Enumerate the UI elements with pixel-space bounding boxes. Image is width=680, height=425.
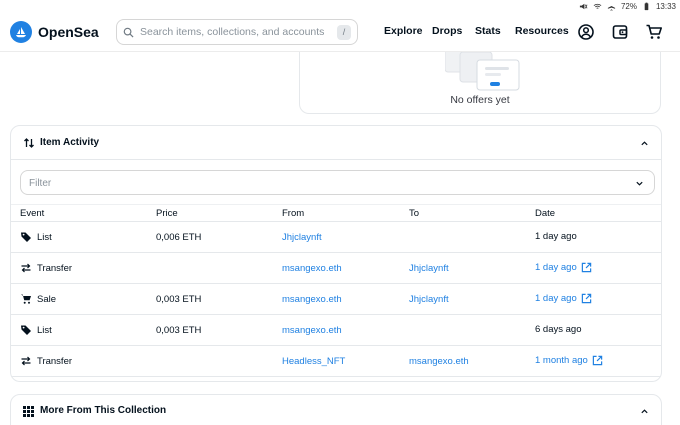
event-cell: Sale [20, 293, 56, 305]
from-link[interactable]: msangexo.eth [282, 325, 342, 336]
more-from-collection-title: More From This Collection [40, 405, 167, 416]
column-header-event: Event [20, 208, 45, 219]
from-link[interactable]: Headless_NFT [282, 356, 345, 367]
table-row: List 0,003 ETH msangexo.eth 6 days ago [11, 315, 661, 346]
search-bar[interactable]: / [116, 19, 358, 45]
search-input[interactable] [140, 26, 335, 38]
item-activity-panel: Item Activity Filter Event Price From To… [10, 125, 662, 382]
to-link[interactable]: msangexo.eth [409, 356, 469, 367]
price-cell: 0,003 ETH [156, 294, 202, 305]
event-cell: Transfer [20, 262, 72, 274]
external-link-icon[interactable] [581, 293, 592, 304]
chevron-down-icon [636, 181, 643, 186]
event-label: Transfer [37, 355, 73, 367]
search-shortcut-key: / [337, 25, 351, 40]
cart-icon[interactable] [645, 23, 663, 41]
table-row: Transfer msangexo.eth Jhjclaynft 1 day a… [11, 253, 661, 284]
price-cell: 0,003 ETH [156, 325, 202, 336]
date-text: 1 day ago [535, 231, 577, 242]
nav-drops[interactable]: Drops [432, 25, 462, 37]
date-link[interactable]: 1 day ago [535, 262, 592, 273]
opensea-logo[interactable]: OpenSea [10, 21, 99, 43]
brand-name: OpenSea [38, 24, 99, 40]
item-activity-header[interactable]: Item Activity [11, 126, 661, 160]
table-row: List 0,006 ETH Jhjclaynft 1 day ago [11, 222, 661, 253]
date-cell: 1 day ago [535, 231, 577, 242]
price-cell: 0,006 ETH [156, 232, 202, 243]
tag-icon [21, 325, 31, 335]
to-link[interactable]: Jhjclaynft [409, 294, 449, 305]
item-activity-title: Item Activity [40, 137, 100, 148]
mute-icon [579, 3, 588, 9]
nav-explore[interactable]: Explore [384, 25, 423, 37]
search-icon [123, 27, 134, 38]
event-label: List [37, 231, 52, 243]
tag-icon [21, 232, 31, 242]
clock: 13:33 [655, 1, 676, 11]
chevron-up-icon[interactable] [640, 139, 649, 148]
date-link[interactable]: 1 day ago [535, 293, 592, 304]
date-link[interactable]: 1 month ago [535, 355, 603, 366]
more-from-collection-panel[interactable]: More From This Collection [10, 394, 662, 425]
table-row: Sale 0,003 ETH msangexo.eth Jhjclaynft 1… [11, 284, 661, 315]
event-cell: List [20, 231, 52, 243]
date-text[interactable]: 1 month ago [535, 355, 588, 366]
opensea-logo-icon [10, 21, 32, 43]
airplane-icon [607, 2, 616, 11]
column-header-from: From [282, 208, 305, 219]
battery-level: 72% [620, 1, 637, 11]
event-cell: Transfer [20, 355, 72, 367]
cart-icon [21, 294, 31, 304]
battery-icon [644, 2, 649, 10]
activity-table-header: Event Price From To Date [11, 204, 661, 222]
swap-vertical-icon [24, 138, 34, 148]
empty-offers-illustration [445, 52, 520, 91]
nav-stats[interactable]: Stats [475, 25, 501, 37]
activity-filter-dropdown[interactable]: Filter [20, 170, 655, 195]
column-header-date: Date [535, 208, 556, 219]
date-text: 6 days ago [535, 324, 582, 335]
from-link[interactable]: Jhjclaynft [282, 232, 322, 243]
filter-placeholder: Filter [29, 178, 52, 189]
from-link[interactable]: msangexo.eth [282, 263, 342, 274]
event-label: Transfer [37, 262, 73, 274]
to-link[interactable]: Jhjclaynft [409, 263, 449, 274]
date-text[interactable]: 1 day ago [535, 262, 577, 273]
chevron-up-icon[interactable] [640, 407, 649, 416]
transfer-icon [21, 356, 31, 366]
nav-resources[interactable]: Resources [515, 25, 569, 37]
account-icon[interactable] [577, 23, 595, 41]
grid-icon [23, 406, 34, 417]
wallet-icon[interactable] [611, 23, 629, 41]
date-cell: 6 days ago [535, 324, 581, 335]
event-label: Sale [37, 293, 57, 305]
column-header-price: Price [156, 208, 178, 219]
external-link-icon[interactable] [581, 262, 592, 273]
table-row: Transfer Headless_NFT msangexo.eth 1 mon… [11, 346, 661, 377]
external-link-icon[interactable] [592, 355, 603, 366]
date-text[interactable]: 1 day ago [535, 293, 577, 304]
transfer-icon [21, 263, 31, 273]
from-link[interactable]: msangexo.eth [282, 294, 342, 305]
event-cell: List [20, 324, 52, 336]
offers-panel: No offers yet [299, 52, 661, 114]
wifi-icon [593, 3, 602, 9]
column-header-to: To [409, 208, 420, 219]
no-offers-text: No offers yet [450, 94, 510, 106]
top-header: OpenSea / Explore Drops Stats Resources [0, 12, 680, 52]
event-label: List [37, 324, 52, 336]
status-bar: 72% 13:33 [0, 0, 680, 12]
